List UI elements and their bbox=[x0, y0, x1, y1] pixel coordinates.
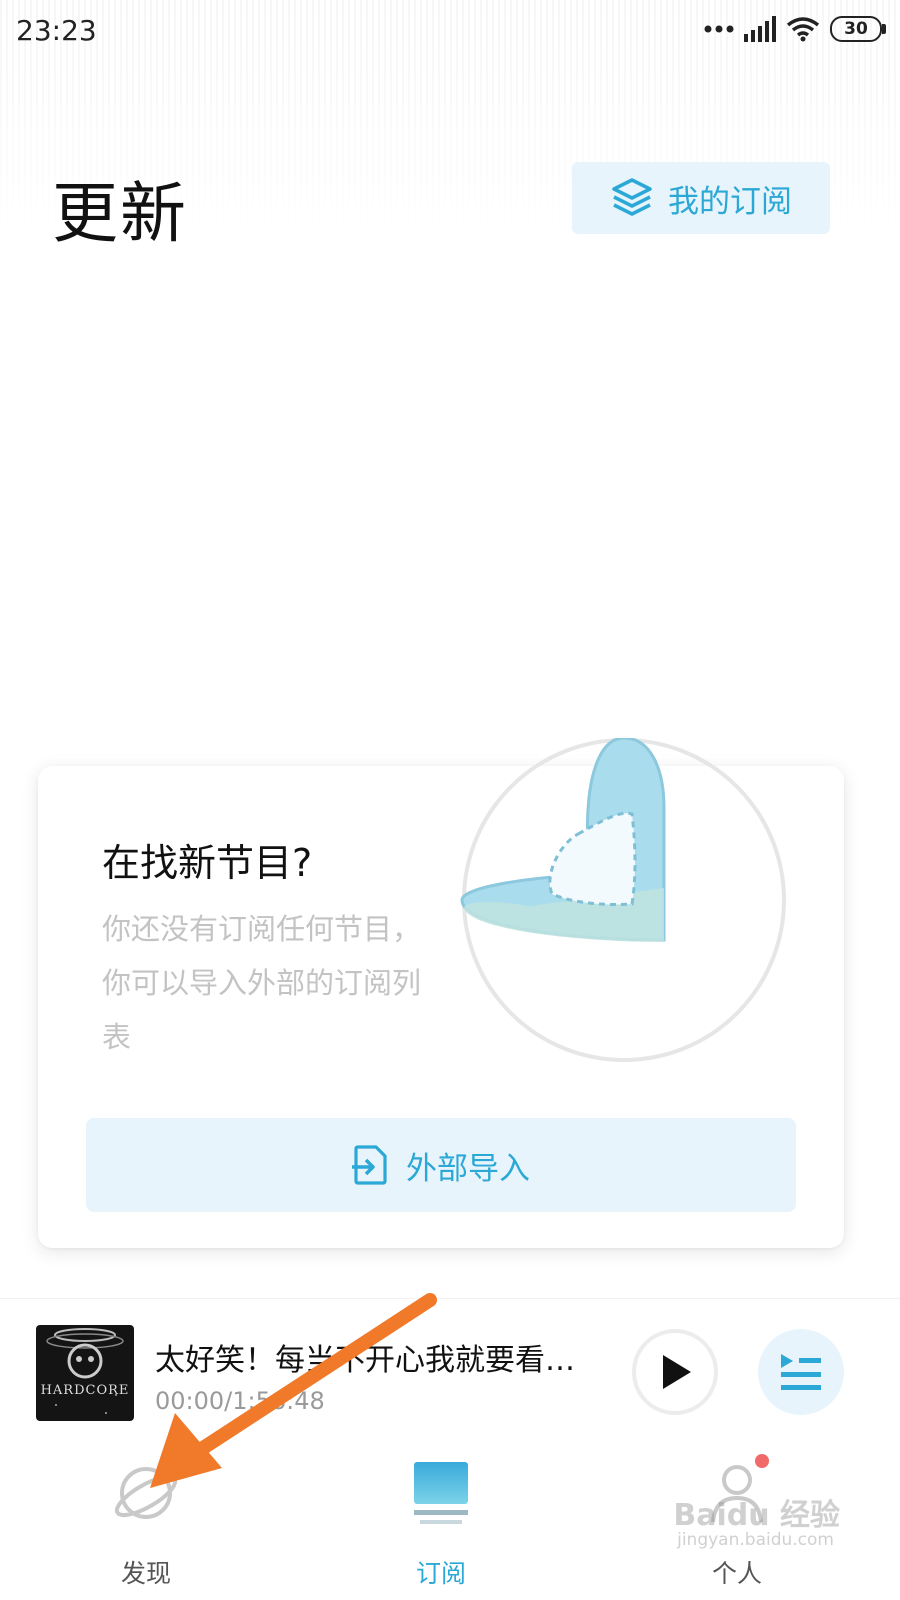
nav-discover-label: 发现 bbox=[120, 1559, 171, 1588]
playlist-button[interactable] bbox=[758, 1329, 844, 1415]
empty-state-title: 在找新节目? bbox=[102, 841, 313, 885]
notification-dot bbox=[755, 1454, 769, 1468]
playlist-icon bbox=[781, 1354, 821, 1390]
subscription-stack-icon bbox=[414, 1462, 468, 1524]
play-icon bbox=[663, 1355, 691, 1389]
layers-icon bbox=[612, 178, 652, 216]
nav-personal-label: 个人 bbox=[711, 1559, 762, 1588]
external-import-label: 外部导入 bbox=[406, 1150, 530, 1187]
mini-player[interactable]: HARDCORE 太好笑！每当不开心我就要看… 00:00/1:56:48 bbox=[0, 1298, 900, 1443]
my-subscriptions-label: 我的订阅 bbox=[668, 183, 792, 220]
track-time: 00:00/1:56:48 bbox=[155, 1387, 325, 1415]
play-button[interactable] bbox=[632, 1329, 718, 1415]
empty-state-card: 在找新节目? 你还没有订阅任何节目，你可以导入外部的订阅列表 外部导入 bbox=[38, 738, 844, 1248]
planet-icon bbox=[114, 1467, 178, 1519]
watermark: Baidu 经验 bbox=[673, 1498, 840, 1533]
status-bar: 23:23 30 bbox=[0, 0, 900, 64]
my-subscriptions-button[interactable]: 我的订阅 bbox=[572, 162, 830, 234]
signal-icon bbox=[744, 16, 776, 42]
album-cover[interactable]: HARDCORE bbox=[36, 1325, 134, 1421]
wifi-icon bbox=[786, 17, 820, 42]
empty-state-description: 你还没有订阅任何节目，你可以导入外部的订阅列表 bbox=[102, 912, 422, 1054]
cover-text: HARDCORE bbox=[40, 1383, 130, 1398]
battery-indicator: 30 bbox=[830, 16, 886, 42]
track-title: 太好笑！每当不开心我就要看… bbox=[155, 1343, 575, 1378]
external-import-button[interactable]: 外部导入 bbox=[86, 1118, 796, 1212]
file-import-icon bbox=[352, 1145, 387, 1185]
watermark-url: jingyan.baidu.com bbox=[677, 1530, 834, 1550]
cover-art bbox=[46, 1328, 124, 1414]
nav-subscribe[interactable]: 订阅 bbox=[341, 1444, 541, 1600]
status-time: 23:23 bbox=[16, 14, 97, 47]
more-dots-icon bbox=[704, 25, 734, 33]
page-title: 更新 bbox=[52, 175, 188, 252]
nav-discover[interactable]: 发现 bbox=[46, 1444, 246, 1600]
nav-subscribe-label: 订阅 bbox=[415, 1559, 466, 1588]
empty-state-illustration bbox=[460, 738, 786, 1062]
status-icons: 30 bbox=[704, 16, 886, 42]
